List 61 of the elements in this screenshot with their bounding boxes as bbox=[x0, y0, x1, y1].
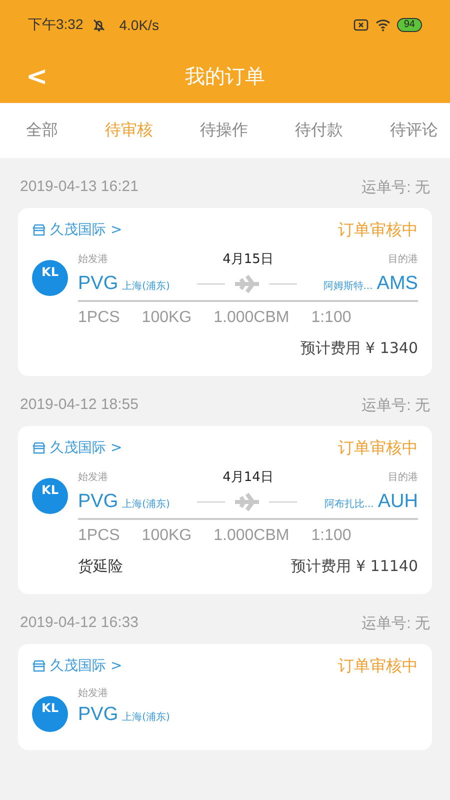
cargo-spec: 100KG bbox=[142, 527, 192, 545]
filter-tab[interactable]: 待审核 bbox=[105, 120, 153, 141]
destination-label: 目的港 bbox=[388, 252, 418, 266]
order-status: 订单审核中 bbox=[338, 656, 418, 676]
cargo-spec: 1PCS bbox=[78, 309, 120, 327]
company-link[interactable]: 久茂国际 > bbox=[50, 221, 122, 239]
airline-logo: KL bbox=[32, 478, 68, 514]
order-status: 订单审核中 bbox=[338, 220, 418, 240]
flight-date: 4月14日 bbox=[222, 469, 274, 486]
insurance-label: 货延险 bbox=[78, 557, 123, 576]
destination-code: AUH bbox=[378, 491, 418, 513]
battery-level: 94 bbox=[396, 18, 422, 32]
destination-label: 目的港 bbox=[388, 470, 418, 484]
origin-label: 始发港 bbox=[78, 686, 108, 700]
filter-tab[interactable]: 待操作 bbox=[200, 120, 248, 141]
filter-tab[interactable]: 待付款 bbox=[295, 120, 343, 141]
estimated-fee: 预计费用 ¥ 1340 bbox=[300, 339, 418, 358]
company-link[interactable]: 久茂国际 > bbox=[50, 439, 122, 457]
order-time: 2019-04-12 16:33 bbox=[20, 614, 138, 633]
cargo-spec: 1.000CBM bbox=[214, 527, 290, 545]
origin-city: 上海(浦东) bbox=[122, 280, 170, 293]
cargo-spec: 1PCS bbox=[78, 527, 120, 545]
order-card[interactable]: 久茂国际 > 订单审核中 KL 始发港 4月15日 目的港 PVG 上海(浦东) 阿姆斯特... AMS 1PCS 100KG 1.000CBM 1:100 预计费用 ¥ 1340 bbox=[18, 208, 432, 376]
network-speed: 4.0K/s bbox=[119, 17, 159, 33]
shop-icon bbox=[32, 223, 46, 237]
origin-label: 始发港 bbox=[78, 252, 108, 266]
origin-code: PVG bbox=[78, 491, 118, 513]
cargo-spec: 1.000CBM bbox=[214, 309, 290, 327]
destination-code: AMS bbox=[376, 273, 418, 295]
filter-tab[interactable]: 待评论 bbox=[390, 120, 438, 141]
order-time: 2019-04-13 16:21 bbox=[20, 178, 138, 197]
shop-icon bbox=[32, 441, 46, 455]
cargo-spec: 1:100 bbox=[311, 309, 352, 327]
origin-city: 上海(浦东) bbox=[122, 498, 170, 511]
waybill-number: 运单号: 无 bbox=[362, 614, 430, 633]
airline-logo: KL bbox=[32, 260, 68, 296]
origin-label: 始发港 bbox=[78, 470, 108, 484]
order-time: 2019-04-12 18:55 bbox=[20, 396, 138, 415]
page-title: 我的订单 bbox=[185, 63, 265, 90]
shop-icon bbox=[32, 659, 46, 673]
company-link[interactable]: 久茂国际 > bbox=[50, 657, 122, 675]
order-status: 订单审核中 bbox=[338, 438, 418, 458]
origin-code: PVG bbox=[78, 704, 118, 726]
filter-tab[interactable]: 全部 bbox=[26, 120, 58, 141]
airline-logo: KL bbox=[32, 696, 68, 732]
sim-icon bbox=[352, 17, 369, 33]
order-card[interactable]: 久茂国际 > 订单审核中 KL 始发港 PVG 上海(浦东) bbox=[18, 644, 432, 750]
cargo-spec: 100KG bbox=[142, 309, 192, 327]
wifi-icon bbox=[374, 17, 391, 33]
back-button[interactable]: < bbox=[22, 62, 52, 92]
origin-city: 上海(浦东) bbox=[122, 710, 170, 724]
estimated-fee: 预计费用 ¥ 11140 bbox=[291, 557, 418, 576]
origin-code: PVG bbox=[78, 273, 118, 295]
waybill-number: 运单号: 无 bbox=[362, 396, 430, 415]
status-time: 下午3:32 bbox=[28, 16, 84, 34]
flight-date: 4月15日 bbox=[222, 251, 274, 268]
destination-city: 阿布扎比... bbox=[324, 498, 374, 511]
cargo-spec: 1:100 bbox=[311, 527, 352, 545]
waybill-number: 运单号: 无 bbox=[362, 178, 430, 197]
destination-city: 阿姆斯特... bbox=[323, 280, 373, 293]
order-card[interactable]: 久茂国际 > 订单审核中 KL 始发港 4月14日 目的港 PVG 上海(浦东) 阿布扎比... AUH 1PCS 100KG 1.000CBM 1:100 货延险 预计费用 ¥ 11140 bbox=[18, 426, 432, 594]
